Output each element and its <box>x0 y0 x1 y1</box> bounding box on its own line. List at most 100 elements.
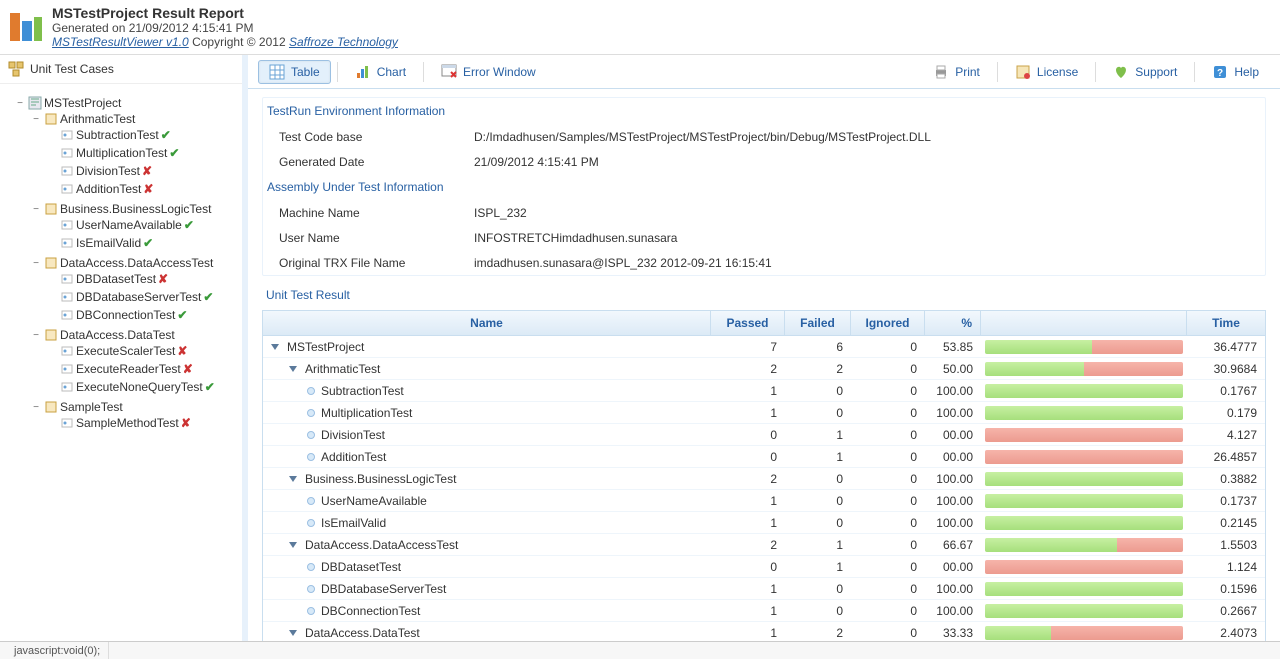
tree-test[interactable]: SubtractionTest✔ <box>46 128 238 142</box>
row-passed: 1 <box>711 406 785 420</box>
row-passed: 0 <box>711 428 785 442</box>
grid-group-row[interactable]: DataAccess.DataAccessTest 2 1 0 66.67 1.… <box>263 534 1265 556</box>
expander-icon[interactable]: − <box>30 257 42 269</box>
grid-test-row[interactable]: DBDatabaseServerTest 1 0 0 100.00 0.1596 <box>263 578 1265 600</box>
tree-test[interactable]: DBDatasetTest✘ <box>46 272 238 286</box>
tree-group[interactable]: −ArithmaticTest <box>30 112 238 126</box>
progress-bar <box>985 626 1183 640</box>
row-ignored: 0 <box>851 472 925 486</box>
content[interactable]: TestRun Environment Information Test Cod… <box>248 89 1280 641</box>
grid-group-row[interactable]: Business.BusinessLogicTest 2 0 0 100.00 … <box>263 468 1265 490</box>
vendor-link[interactable]: Saffroze Technology <box>289 35 398 49</box>
print-button[interactable]: Print <box>922 60 991 84</box>
grid-test-row[interactable]: DBDatasetTest 0 1 0 00.00 1.124 <box>263 556 1265 578</box>
tree[interactable]: −MSTestProject −ArithmaticTest Subtraction… <box>0 84 244 641</box>
row-time: 2.4073 <box>1187 626 1265 640</box>
row-percent: 50.00 <box>925 362 981 376</box>
row-time: 0.3882 <box>1187 472 1265 486</box>
test-icon <box>60 146 74 160</box>
splitter[interactable] <box>242 55 248 641</box>
expand-icon[interactable] <box>289 476 297 482</box>
tree-test[interactable]: ExecuteScalerTest✘ <box>46 344 238 358</box>
tree-test[interactable]: UserNameAvailable✔ <box>46 218 238 232</box>
row-failed: 1 <box>785 560 851 574</box>
expander-icon[interactable]: − <box>30 401 42 413</box>
row-percent: 100.00 <box>925 604 981 618</box>
col-failed[interactable]: Failed <box>785 311 851 335</box>
page-title: MSTestProject Result Report <box>52 5 398 21</box>
bullet-icon <box>307 387 315 395</box>
help-button[interactable]: ? Help <box>1201 60 1270 84</box>
tree-test[interactable]: DBDatabaseServerTest✔ <box>46 290 238 304</box>
results-title: Unit Test Result <box>262 280 1266 308</box>
table-button[interactable]: Table <box>258 60 331 84</box>
fail-icon: ✘ <box>143 182 153 196</box>
test-icon <box>60 272 74 286</box>
product-link[interactable]: MSTestResultViewer v1.0 <box>52 35 189 49</box>
tree-test[interactable]: IsEmailValid✔ <box>46 236 238 250</box>
row-name: IsEmailValid <box>321 516 386 530</box>
row-percent: 53.85 <box>925 340 981 354</box>
tree-test[interactable]: SampleMethodTest✘ <box>46 416 238 430</box>
error-window-button[interactable]: Error Window <box>430 60 547 84</box>
tree-test[interactable]: DBConnectionTest✔ <box>46 308 238 322</box>
col-percent[interactable]: % <box>925 311 981 335</box>
fail-icon: ✘ <box>181 416 191 430</box>
grid-test-row[interactable]: AdditionTest 0 1 0 00.00 26.4857 <box>263 446 1265 468</box>
progress-bar <box>985 384 1183 398</box>
tree-test[interactable]: MultiplicationTest✔ <box>46 146 238 160</box>
grid-test-row[interactable]: MultiplicationTest 1 0 0 100.00 0.179 <box>263 402 1265 424</box>
chart-button[interactable]: Chart <box>344 60 417 84</box>
grid-group-row[interactable]: MSTestProject 7 6 0 53.85 36.4777 <box>263 336 1265 358</box>
progress-bar <box>985 406 1183 420</box>
expand-icon[interactable] <box>289 630 297 636</box>
license-button[interactable]: License <box>1004 60 1089 84</box>
grid-test-row[interactable]: DivisionTest 0 1 0 00.00 4.127 <box>263 424 1265 446</box>
row-ignored: 0 <box>851 604 925 618</box>
expander-icon[interactable]: − <box>14 97 26 109</box>
grid-test-row[interactable]: SubtractionTest 1 0 0 100.00 0.1767 <box>263 380 1265 402</box>
print-icon <box>933 64 949 80</box>
class-icon <box>44 112 58 126</box>
k-trx: Original TRX File Name <box>279 256 474 270</box>
grid-group-row[interactable]: DataAccess.DataTest 1 2 0 33.33 2.4073 <box>263 622 1265 641</box>
svg-text:?: ? <box>1217 68 1223 79</box>
v-trx: imdadhusen.sunasara@ISPL_232 2012-09-21 … <box>474 256 772 270</box>
tree-test[interactable]: ExecuteReaderTest✘ <box>46 362 238 376</box>
col-passed[interactable]: Passed <box>711 311 785 335</box>
tree-test[interactable]: DivisionTest✘ <box>46 164 238 178</box>
k-codebase: Test Code base <box>279 130 474 144</box>
fail-icon: ✘ <box>142 164 152 178</box>
support-button[interactable]: Support <box>1102 60 1188 84</box>
expander-icon[interactable]: − <box>30 203 42 215</box>
row-percent: 66.67 <box>925 538 981 552</box>
grid-group-row[interactable]: ArithmaticTest 2 2 0 50.00 30.9684 <box>263 358 1265 380</box>
tree-group[interactable]: −DataAccess.DataTest <box>30 328 238 342</box>
grid-test-row[interactable]: UserNameAvailable 1 0 0 100.00 0.1737 <box>263 490 1265 512</box>
col-ignored[interactable]: Ignored <box>851 311 925 335</box>
bullet-icon <box>307 519 315 527</box>
col-name[interactable]: Name <box>263 311 711 335</box>
row-ignored: 0 <box>851 406 925 420</box>
row-name: Business.BusinessLogicTest <box>305 472 456 486</box>
col-time[interactable]: Time <box>1187 311 1265 335</box>
row-name: DivisionTest <box>321 428 385 442</box>
expander-icon[interactable]: − <box>30 113 42 125</box>
expand-icon[interactable] <box>289 542 297 548</box>
row-name: DBConnectionTest <box>321 604 420 618</box>
expand-icon[interactable] <box>289 366 297 372</box>
row-failed: 2 <box>785 362 851 376</box>
grid-test-row[interactable]: DBConnectionTest 1 0 0 100.00 0.2667 <box>263 600 1265 622</box>
expand-icon[interactable] <box>271 344 279 350</box>
tree-group[interactable]: −DataAccess.DataAccessTest <box>30 256 238 270</box>
expander-icon[interactable]: − <box>30 329 42 341</box>
tree-group[interactable]: −SampleTest <box>30 400 238 414</box>
grid-test-row[interactable]: IsEmailValid 1 0 0 100.00 0.2145 <box>263 512 1265 534</box>
tree-root-node[interactable]: −MSTestProject <box>14 96 238 110</box>
tree-test[interactable]: AdditionTest✘ <box>46 182 238 196</box>
tree-test[interactable]: ExecuteNoneQueryTest✔ <box>46 380 238 394</box>
row-passed: 0 <box>711 560 785 574</box>
progress-bar <box>985 516 1183 530</box>
tree-group[interactable]: −Business.BusinessLogicTest <box>30 202 238 216</box>
row-passed: 0 <box>711 450 785 464</box>
